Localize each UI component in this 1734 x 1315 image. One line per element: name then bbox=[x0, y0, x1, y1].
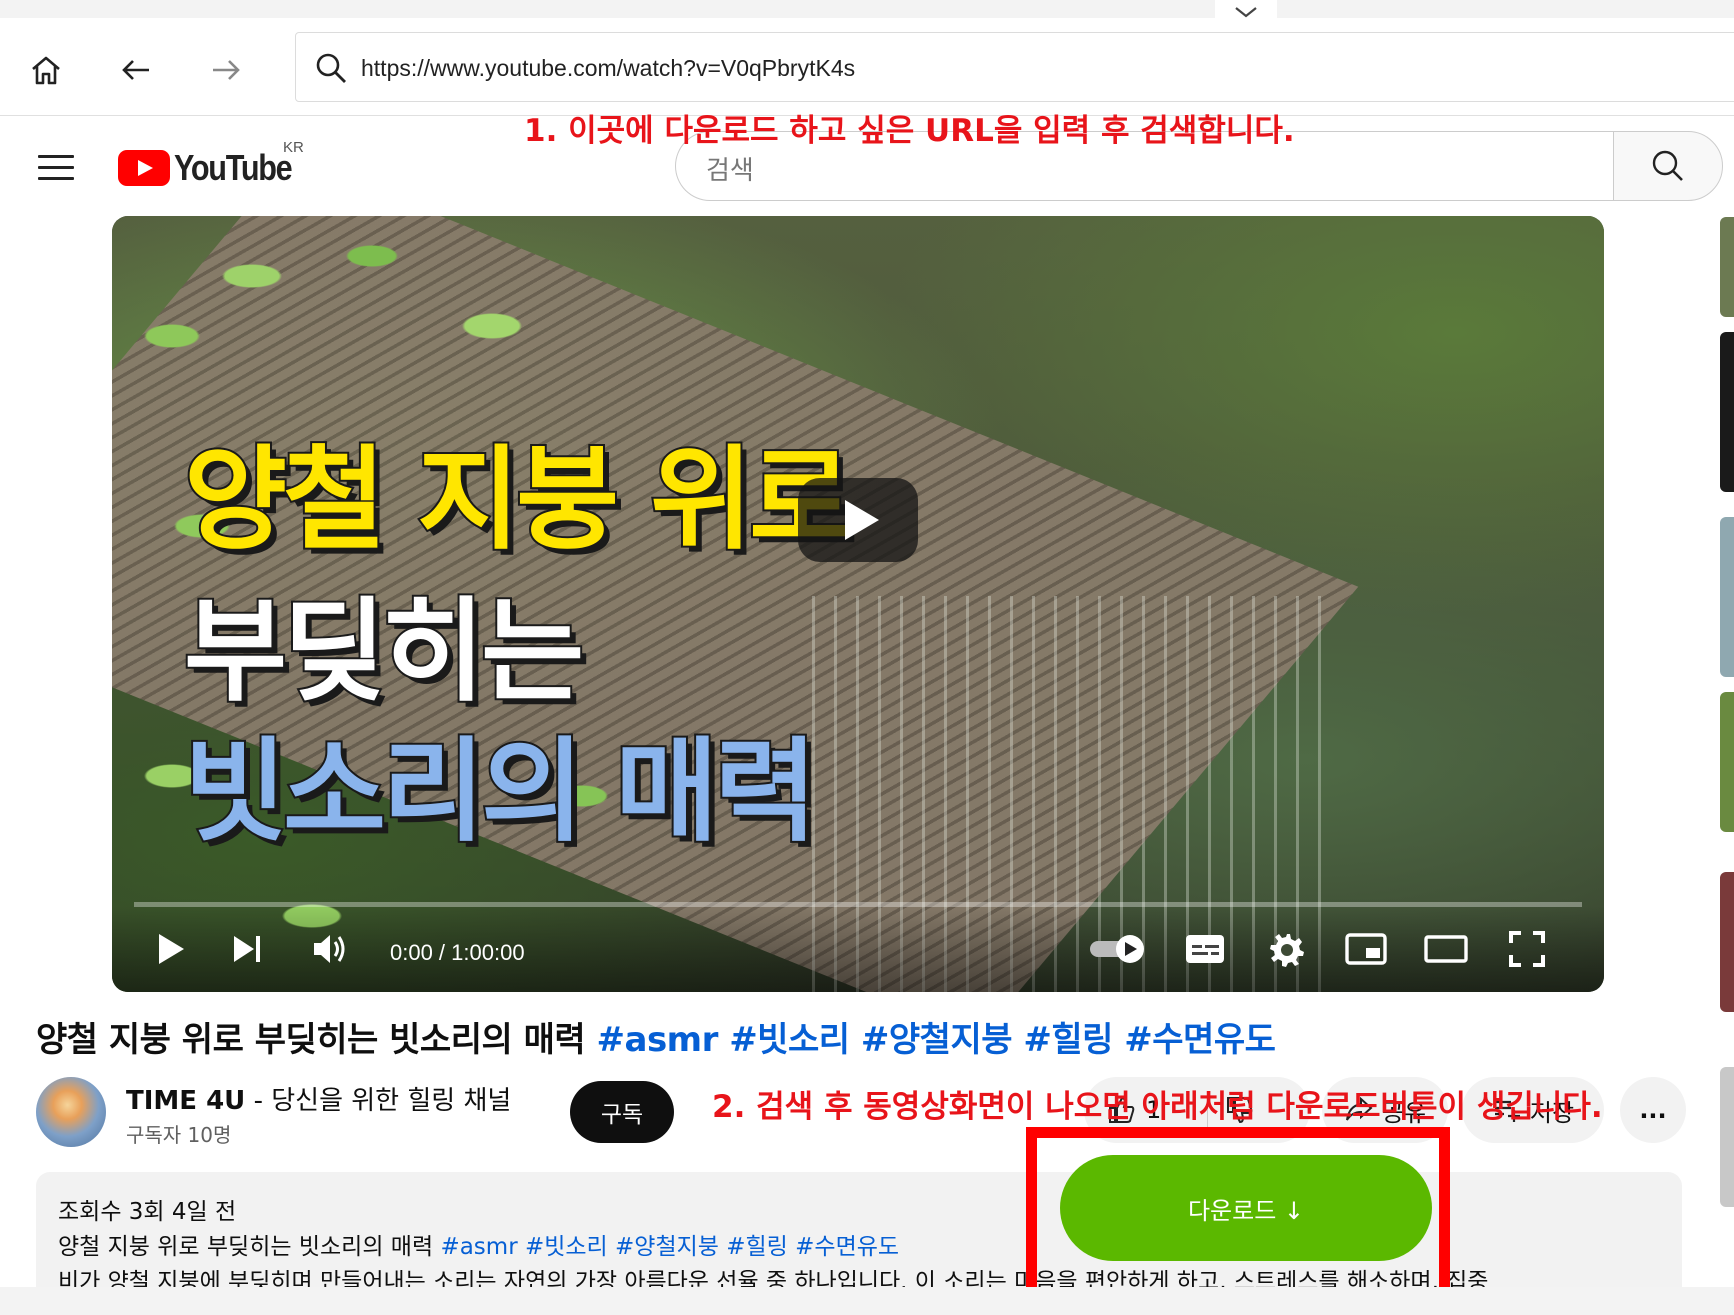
time-display: 0:00 / 1:00:00 bbox=[390, 940, 525, 965]
view-stats: 조회수 3회 4일 전 bbox=[58, 1199, 237, 1225]
recommended-thumb[interactable] bbox=[1720, 1067, 1734, 1207]
player-controls: 0:00 / 1:00:00 bbox=[112, 906, 1604, 992]
hashtag-link[interactable]: #수면유도 bbox=[1124, 1020, 1276, 1060]
tab-strip bbox=[0, 0, 1734, 18]
hashtag-link[interactable]: #빗소리 bbox=[729, 1020, 850, 1060]
volume-icon[interactable] bbox=[308, 924, 354, 974]
settings-gear-icon[interactable] bbox=[1262, 924, 1312, 974]
thumbnail-title-line-3: 빗소리의 매력 bbox=[182, 727, 819, 857]
hashtag-link[interactable]: #양철지붕 bbox=[861, 1020, 1013, 1060]
captions-icon[interactable] bbox=[1180, 924, 1230, 974]
search-icon bbox=[1652, 150, 1683, 181]
bottom-scroll-area bbox=[0, 1287, 1734, 1315]
hashtag-link[interactable]: #asmr bbox=[597, 1020, 719, 1060]
youtube-play-icon bbox=[118, 150, 170, 186]
hashtag-link[interactable]: #힐링 bbox=[1023, 1020, 1113, 1060]
recommended-thumb[interactable] bbox=[1720, 332, 1734, 492]
play-icon[interactable] bbox=[148, 924, 194, 974]
subscriber-count: 구독자 10명 bbox=[126, 1123, 232, 1147]
menu-icon[interactable] bbox=[38, 155, 74, 183]
region-code: KR bbox=[283, 139, 304, 156]
big-play-button[interactable] bbox=[798, 478, 918, 562]
recommended-thumb[interactable] bbox=[1720, 217, 1734, 317]
forward-arrow-icon[interactable] bbox=[204, 48, 248, 92]
download-button[interactable]: 다운로드 ↓ bbox=[1060, 1155, 1432, 1261]
recommended-thumb[interactable] bbox=[1720, 692, 1734, 832]
miniplayer-icon[interactable] bbox=[1338, 924, 1394, 974]
description-line-1: 양철 지붕 위로 부딪히는 빗소리의 매력 #asmr #빗소리 #양철지붕 #… bbox=[58, 1227, 899, 1261]
recommended-thumb[interactable] bbox=[1720, 872, 1734, 1012]
instruction-step-2: 2. 검색 후 동영상화면이 나오면 아래처럼 다운로드버튼이 생깁니다. bbox=[712, 1089, 1603, 1125]
video-player[interactable]: 양철 지붕 위로 부딪히는 빗소리의 매력 0:00 / 1:00:00 bbox=[112, 216, 1604, 992]
description-hashtags[interactable]: #asmr #빗소리 #양철지붕 #힐링 #수면유도 bbox=[440, 1234, 899, 1260]
back-arrow-icon[interactable] bbox=[114, 48, 158, 92]
autoplay-toggle[interactable] bbox=[1086, 924, 1152, 974]
subscribe-button[interactable]: 구독 bbox=[570, 1081, 674, 1143]
search-icon bbox=[316, 53, 346, 83]
recommended-sidebar-edge bbox=[1720, 217, 1734, 1297]
next-icon[interactable] bbox=[224, 924, 270, 974]
channel-avatar[interactable] bbox=[36, 1077, 106, 1147]
more-actions-button[interactable]: ... bbox=[1620, 1077, 1686, 1143]
home-icon[interactable] bbox=[24, 48, 68, 92]
browser-toolbar: https://www.youtube.com/watch?v=V0qPbryt… bbox=[0, 18, 1734, 116]
channel-name-bold: TIME 4U bbox=[126, 1086, 246, 1116]
address-bar[interactable]: https://www.youtube.com/watch?v=V0qPbryt… bbox=[295, 32, 1734, 102]
url-text: https://www.youtube.com/watch?v=V0qPbryt… bbox=[361, 55, 856, 81]
video-title: 양철 지붕 위로 부딪히는 빗소리의 매력 #asmr #빗소리 #양철지붕 #… bbox=[36, 1012, 1276, 1061]
thumbnail-title-line-2: 부딪히는 bbox=[182, 587, 586, 717]
video-title-text: 양철 지붕 위로 부딪히는 빗소리의 매력 bbox=[36, 1020, 586, 1060]
recommended-thumb[interactable] bbox=[1720, 517, 1734, 677]
theater-mode-icon[interactable] bbox=[1418, 924, 1474, 974]
channel-tagline: - 당신을 위한 힐링 채널 bbox=[245, 1086, 512, 1116]
youtube-wordmark: YouTube bbox=[174, 147, 293, 188]
youtube-search-button[interactable] bbox=[1613, 131, 1723, 201]
instruction-step-1: 1. 이곳에 다운로드 하고 싶은 URL을 입력 후 검색합니다. bbox=[524, 113, 1295, 149]
channel-name[interactable]: TIME 4U - 당신을 위한 힐링 채널 bbox=[126, 1080, 511, 1117]
thumbnail-title-line-1: 양철 지붕 위로 bbox=[182, 435, 854, 565]
fullscreen-icon[interactable] bbox=[1502, 924, 1552, 974]
search-placeholder: 검색 bbox=[706, 156, 754, 186]
description-title: 양철 지붕 위로 부딪히는 빗소리의 매력 bbox=[58, 1234, 434, 1260]
